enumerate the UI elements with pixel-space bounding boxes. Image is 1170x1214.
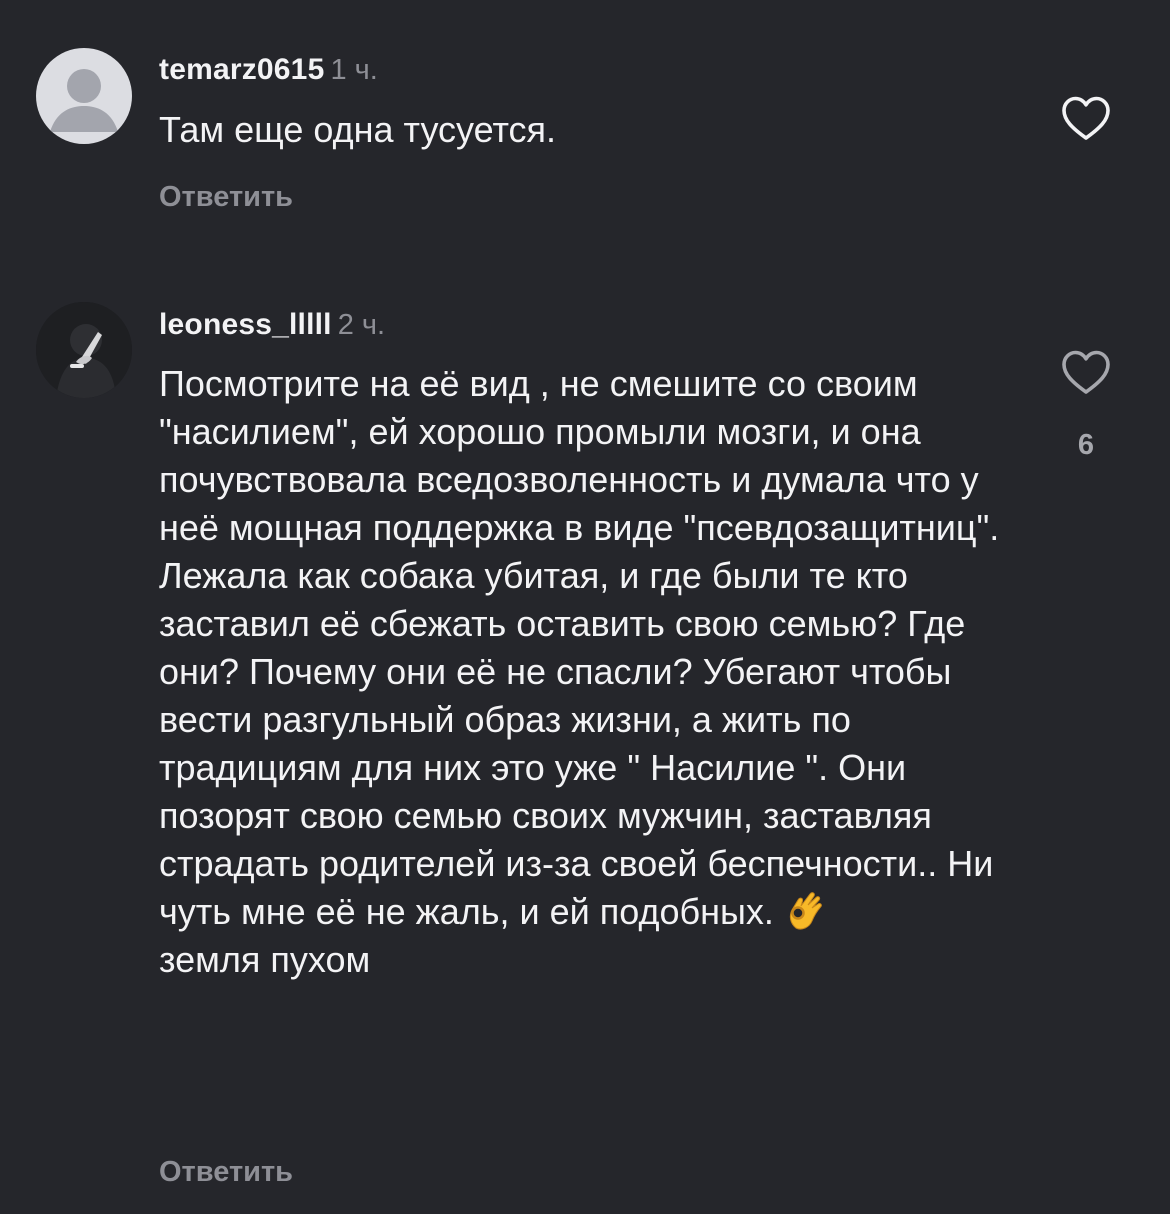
timestamp: 2 ч. [337,309,386,341]
username-link[interactable]: leoness_lllll [159,308,332,341]
ok-hand-emoji [784,888,828,932]
comment-item: leoness_lllll 2 ч. Посмотрите на её вид ,… [0,0,1170,1214]
user-photo-avatar[interactable] [36,302,132,398]
comment-text-end: земля пухом [159,939,371,980]
comment-meta: leoness_lllll 2 ч. [159,305,385,345]
comment-text-main: Посмотрите на её вид , не смешите со сво… [159,363,1000,932]
comment-text: Посмотрите на её вид , не смешите со сво… [159,360,1009,984]
like-count: 6 [1077,429,1095,461]
reply-button[interactable]: Ответить [159,1152,293,1192]
heart-outline-icon[interactable] [1056,343,1116,403]
